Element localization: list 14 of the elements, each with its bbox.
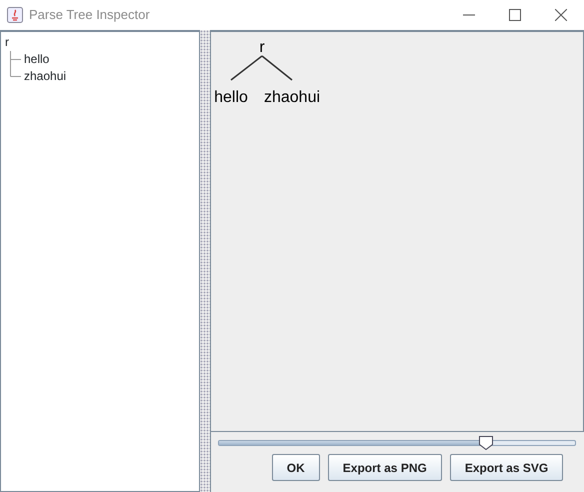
slider-thumb[interactable] <box>479 436 493 450</box>
tree-edge <box>262 55 292 81</box>
window-title: Parse Tree Inspector <box>29 6 150 24</box>
tree-node[interactable]: r <box>5 34 195 51</box>
tree-edge <box>230 55 262 81</box>
dialog-button[interactable]: Export as PNG <box>328 454 442 481</box>
java-app-icon <box>7 7 23 23</box>
tree-node-label: zhaohui <box>264 89 320 106</box>
dialog-button[interactable]: OK <box>272 454 320 481</box>
tree-node[interactable]: zhaohui <box>24 68 66 85</box>
tree-node-label: r <box>259 39 265 56</box>
dialog-button[interactable]: Export as SVG <box>450 454 564 481</box>
tree-node[interactable]: hello <box>24 51 50 68</box>
tree-node-label: hello <box>214 89 248 106</box>
